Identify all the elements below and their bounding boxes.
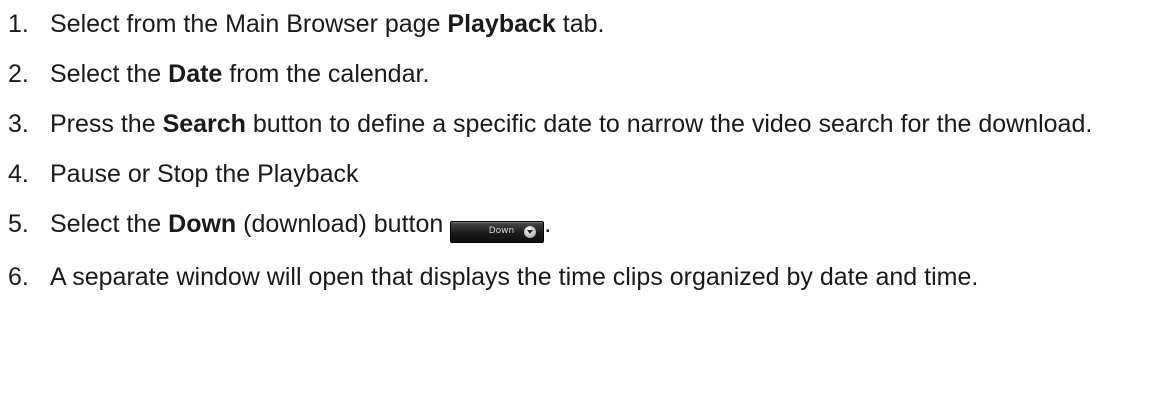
- step-text-part: button to define a specific date to narr…: [245, 110, 1093, 138]
- step-text: Pause or Stop the Playback: [50, 160, 359, 188]
- step-text: Select from the Main Browser page Playba…: [50, 9, 1140, 40]
- step-text-part: Select from the Main Browser page: [50, 10, 448, 38]
- step-text: A separate window will open that display…: [50, 262, 979, 291]
- step-3: 3. Press the Search button to define a s…: [8, 109, 1149, 140]
- step-5: 5. Select the Down (download) button Dow…: [8, 209, 1149, 243]
- step-text-part: Select the: [50, 60, 169, 88]
- step-number: 4.: [8, 160, 29, 188]
- step-text: Select the Down (download) button Down.: [50, 209, 1140, 243]
- step-number: 1.: [8, 10, 29, 38]
- step-text-part: tab.: [555, 10, 605, 38]
- step-1: 1. Select from the Main Browser page Pla…: [8, 9, 1149, 40]
- step-text-part: .: [544, 210, 552, 238]
- download-arrow-icon: [524, 225, 537, 238]
- step-bold-term: Playback: [447, 10, 556, 38]
- step-text: Press the Search button to define a spec…: [50, 109, 1140, 140]
- step-text-part: Press the: [50, 110, 163, 138]
- step-bold-term: Down: [168, 210, 237, 238]
- step-6: 6. A separate window will open that disp…: [8, 262, 1149, 293]
- step-number: 3.: [8, 110, 29, 138]
- step-number: 6.: [8, 262, 29, 291]
- step-bold-term: Search: [162, 110, 246, 138]
- down-button-image: Down: [450, 220, 545, 243]
- down-button-label: Down: [488, 226, 515, 236]
- step-number: 2.: [8, 60, 29, 88]
- step-text-part: (download) button: [236, 210, 451, 238]
- step-2: 2. Select the Date from the calendar.: [8, 59, 1149, 90]
- step-bold-term: Date: [168, 60, 223, 88]
- step-text: Select the Date from the calendar.: [50, 59, 1140, 90]
- step-text-part: from the calendar.: [222, 60, 430, 88]
- instruction-steps: 1. Select from the Main Browser page Pla…: [0, 0, 1149, 399]
- step-text-part: Select the: [50, 210, 169, 238]
- step-number: 5.: [8, 210, 29, 238]
- step-4: 4. Pause or Stop the Playback: [8, 159, 1149, 190]
